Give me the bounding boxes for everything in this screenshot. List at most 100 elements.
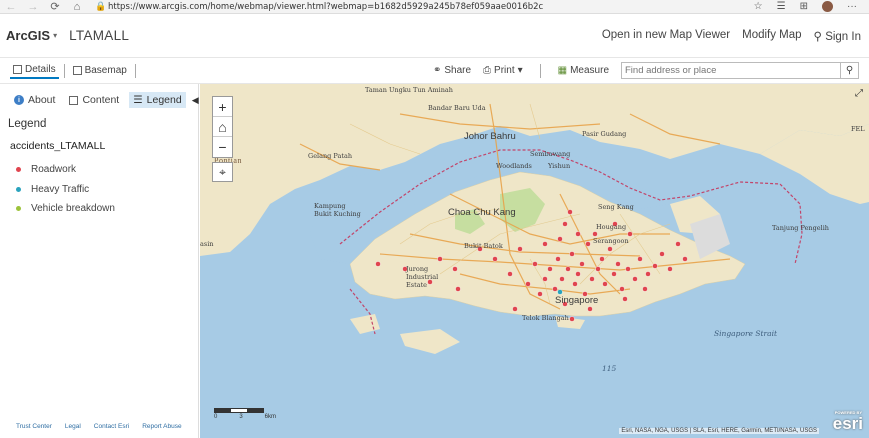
scale-label: 3 — [239, 414, 243, 420]
map-label: Pasir Gudang — [582, 130, 627, 138]
sign-in-label: Sign In — [825, 30, 861, 43]
scale-bar: 0 3 6km — [214, 408, 276, 420]
basemap-graphic — [200, 84, 869, 354]
modify-map-link[interactable]: Modify Map — [742, 29, 801, 43]
measure-label: Measure — [570, 65, 609, 76]
content-icon — [69, 95, 79, 105]
map-label: Singapore — [555, 295, 599, 306]
search-input[interactable] — [622, 63, 840, 78]
lock-icon: 🔒 — [95, 1, 107, 11]
forward-icon[interactable]: → — [22, 1, 44, 13]
map-label: Tanjung Pengelih — [772, 224, 829, 232]
link-icon: ⚭ — [432, 65, 442, 76]
esri-powered-label: POWERED BY — [834, 410, 863, 415]
address-bar[interactable]: https://www.arcgis.com/home/webmap/viewe… — [108, 2, 543, 12]
map-label: Kampung Bukit Kuching — [314, 202, 361, 218]
contact-esri-link[interactable]: Contact Esri — [94, 423, 129, 430]
sign-in-link[interactable]: ⚲ Sign In — [814, 29, 861, 43]
legend-label: Heavy Traffic — [31, 183, 90, 195]
favorite-star-icon[interactable]: ☆ — [754, 1, 763, 12]
app-header: ArcGIS ▾ LTAMALL Open in new Map Viewer … — [0, 14, 869, 58]
basemap-button[interactable]: Basemap — [70, 63, 130, 78]
default-extent-button[interactable]: ⌂ — [213, 117, 232, 137]
map-label: Bukit Batok — [464, 242, 503, 250]
fullscreen-icon[interactable]: ⤢ — [855, 88, 863, 99]
map-label: Yishun — [548, 162, 571, 170]
basemap-label: Basemap — [84, 65, 127, 76]
legend-label: Roadwork — [31, 164, 77, 176]
map-label: Bandar Baru Uda — [428, 104, 486, 112]
locate-button[interactable]: ⌖ — [212, 162, 233, 182]
tab-content-label: Content — [82, 94, 120, 106]
zoom-out-button[interactable]: − — [213, 137, 232, 157]
search-icon: ⚲ — [845, 65, 854, 76]
details-button[interactable]: Details — [10, 62, 59, 79]
heavy-traffic-symbol-icon — [16, 186, 21, 192]
home-icon[interactable]: ⌂ — [66, 1, 88, 13]
legend-item: Vehicle breakdown — [16, 199, 198, 219]
browser-toolbar: ← → ⟳ ⌂ 🔒 https://www.arcgis.com/home/we… — [0, 0, 869, 14]
breakdown-symbol-icon — [16, 206, 21, 212]
divider — [134, 63, 136, 78]
info-icon: i — [14, 95, 24, 105]
legend-item: Heavy Traffic — [16, 180, 198, 200]
chevron-down-icon: ▾ — [53, 31, 58, 40]
report-abuse-link[interactable]: Report Abuse — [142, 423, 181, 430]
tab-about-label: About — [28, 94, 56, 106]
scale-label: 6km — [264, 414, 276, 420]
collections-icon[interactable]: ☰ — [777, 1, 786, 12]
legend-list: Roadwork Heavy Traffic Vehicle breakdown — [16, 160, 198, 219]
details-label: Details — [25, 64, 56, 75]
map-label: 115 — [602, 364, 617, 373]
printer-icon: ⎙ — [483, 65, 492, 76]
details-icon — [13, 65, 22, 74]
map-title: LTAMALL — [69, 28, 130, 43]
map-label: Seng Kang — [598, 203, 634, 211]
map-label: Choa Chu Kang — [448, 207, 516, 218]
map-label: Hougang — [596, 223, 627, 231]
footer-links: Trust Center Legal Contact Esri Report A… — [16, 423, 182, 430]
ruler-icon: ▦ — [557, 65, 568, 76]
tab-about[interactable]: i About — [10, 92, 59, 108]
layer-name: accidents_LTAMALL — [10, 140, 106, 152]
map-label: Taman Ungku Tun Aminah — [365, 86, 453, 94]
tab-legend-label: Legend — [146, 94, 182, 106]
open-new-viewer-link[interactable]: Open in new Map Viewer — [602, 29, 730, 43]
profile-avatar[interactable] — [822, 1, 833, 12]
measure-button[interactable]: ▦ Measure — [558, 65, 609, 76]
esri-logo: POWERED BY esri — [832, 410, 863, 434]
map-attribution[interactable]: Esri, NASA, NGA, USGS | SLA, Esri, HERE,… — [619, 428, 819, 434]
legal-link[interactable]: Legal — [65, 423, 81, 430]
esri-logo-text: esri — [832, 414, 863, 433]
share-label: Share — [444, 65, 472, 76]
refresh-icon[interactable]: ⟳ — [44, 0, 66, 13]
map-toolbar: Details Basemap ⚭ Share ⎙ Print ▾ ▦ Meas… — [0, 58, 869, 84]
legend-item: Roadwork — [16, 160, 198, 180]
extensions-icon[interactable]: ⊞ — [800, 1, 808, 12]
legend-list-icon: ☰ — [133, 94, 143, 106]
map-label: Telok Blangah — [522, 314, 569, 322]
map-view[interactable]: Taman Ungku Tun Aminah Bandar Baru Uda J… — [200, 84, 869, 438]
share-button[interactable]: ⚭ Share — [433, 65, 471, 76]
search-box: ⚲ — [621, 62, 859, 79]
back-icon[interactable]: ← — [0, 1, 22, 13]
divider — [63, 63, 65, 78]
arcgis-menu[interactable]: ArcGIS ▾ — [6, 28, 57, 43]
tab-legend[interactable]: ☰ Legend — [129, 92, 186, 108]
search-button[interactable]: ⚲ — [840, 63, 858, 78]
more-menu-icon[interactable]: ··· — [847, 1, 857, 12]
tab-content[interactable]: Content — [65, 92, 123, 108]
user-icon: ⚲ — [813, 30, 822, 43]
legend-heading: Legend — [8, 118, 47, 130]
heavy-traffic-points — [557, 289, 563, 295]
collapse-panel-icon[interactable]: ◀ — [192, 95, 199, 106]
home-icon: ⌂ — [218, 118, 227, 135]
map-label: Johor Bahru — [464, 131, 516, 142]
trust-center-link[interactable]: Trust Center — [16, 423, 52, 430]
print-button[interactable]: ⎙ Print ▾ — [483, 65, 523, 76]
map-label: Gelang Patah — [308, 152, 353, 160]
divider — [539, 63, 541, 78]
roadwork-symbol-icon — [16, 167, 21, 173]
details-panel: i About Content ☰ Legend ◀ Legend accide… — [0, 84, 199, 438]
zoom-in-button[interactable]: + — [213, 97, 232, 117]
